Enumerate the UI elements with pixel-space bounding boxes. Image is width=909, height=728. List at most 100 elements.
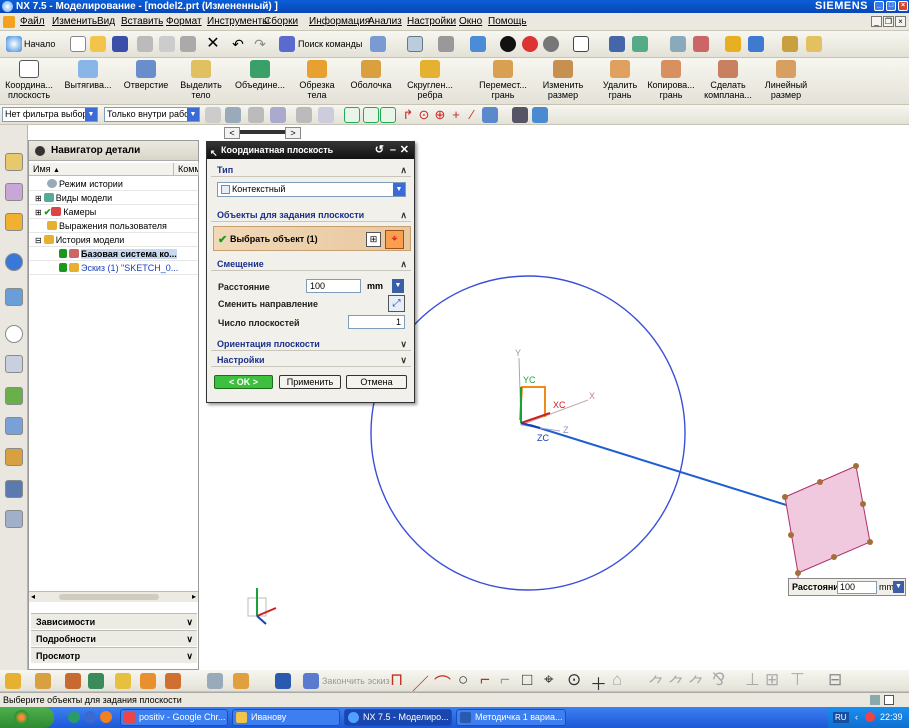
- make-coplanar-button[interactable]: Сделать комплана...: [702, 60, 754, 100]
- taskbar-item-folder[interactable]: Иванову: [232, 709, 340, 726]
- chamfer-icon[interactable]: ⌐: [500, 670, 510, 690]
- onscreen-distance-value[interactable]: 100: [837, 581, 877, 594]
- offset-curve-icon[interactable]: ⅋: [712, 670, 725, 690]
- snap-endpoint-icon[interactable]: [344, 107, 360, 123]
- layer-icon[interactable]: [632, 36, 648, 52]
- project-icon[interactable]: [88, 673, 104, 689]
- hole-button[interactable]: Отверстие: [120, 60, 172, 90]
- cut-icon[interactable]: [137, 36, 153, 52]
- snap-on-curve-icon[interactable]: ∕: [464, 107, 480, 123]
- dimension-icon[interactable]: ⊥: [745, 670, 760, 690]
- taskbar-item-chrome[interactable]: positiv - Google Chr...: [120, 709, 228, 726]
- section-objects[interactable]: Объекты для задания плоскости ∧: [211, 208, 411, 222]
- copy-face-button[interactable]: Копирова... грань: [646, 60, 696, 100]
- menu-analysis[interactable]: Анализ: [368, 16, 402, 27]
- point-icon[interactable]: [115, 673, 131, 689]
- section-settings[interactable]: Настройки ∨: [211, 353, 411, 367]
- measure-icon[interactable]: [782, 36, 798, 52]
- snap-existing-point-icon[interactable]: +: [448, 107, 464, 123]
- unite-button[interactable]: Объедине...: [234, 60, 286, 90]
- fillet-icon[interactable]: ⌐: [480, 670, 490, 690]
- snap-icon[interactable]: [205, 107, 221, 123]
- extrude-button[interactable]: Вытягива...: [64, 60, 112, 90]
- mdi-minimize-icon[interactable]: _: [871, 16, 882, 27]
- start-button[interactable]: [0, 707, 54, 728]
- snap-intersection-icon[interactable]: ↱: [400, 107, 416, 123]
- save-icon[interactable]: [112, 36, 128, 52]
- point-dialog-icon[interactable]: ⊞: [366, 232, 381, 247]
- datum-plane-preview[interactable]: [784, 465, 871, 574]
- section-type[interactable]: Тип ∧: [211, 163, 411, 177]
- process-studio-icon[interactable]: [5, 417, 23, 435]
- chevron-down-icon[interactable]: ▼: [893, 581, 904, 593]
- quicklaunch-icon[interactable]: [68, 711, 80, 723]
- menu-window[interactable]: Окно: [459, 16, 482, 27]
- tray-arrow-icon[interactable]: ‹: [855, 707, 858, 728]
- curve-rule-icon[interactable]: [248, 107, 264, 123]
- ok-button[interactable]: < OK >: [214, 375, 273, 389]
- resize-button[interactable]: Изменить размер: [538, 60, 588, 100]
- display-constraints-icon[interactable]: ⊟: [828, 670, 842, 690]
- body-icon[interactable]: [140, 673, 156, 689]
- web-browser-icon[interactable]: [5, 480, 23, 498]
- sketch-task-icon[interactable]: [5, 673, 21, 689]
- filter-icon[interactable]: [296, 107, 312, 123]
- system-materials-icon[interactable]: [5, 387, 23, 405]
- section-details[interactable]: Подробности ∨: [31, 630, 197, 646]
- delete-face-button[interactable]: Удалить грань: [598, 60, 642, 100]
- background-icon[interactable]: [573, 36, 589, 52]
- extract-body-button[interactable]: Выделить тело: [180, 60, 222, 100]
- move-face-button[interactable]: Перемест... грань: [478, 60, 528, 100]
- view-orient-icon[interactable]: [470, 36, 486, 52]
- tree-item-sketch[interactable]: Эскиз (1) "SKETCH_0...: [29, 261, 198, 275]
- onscreen-distance-input[interactable]: Расстояние 100 mm ▼: [788, 578, 906, 596]
- scroll-left-icon[interactable]: ◂: [31, 592, 35, 601]
- history-icon[interactable]: [5, 325, 23, 343]
- start-label[interactable]: Начало: [24, 39, 55, 49]
- menu-view[interactable]: Вид: [97, 16, 115, 27]
- section-icon[interactable]: [806, 36, 822, 52]
- column-name-header[interactable]: Имя ▲: [29, 163, 174, 176]
- menu-information[interactable]: Информация: [309, 16, 370, 27]
- maximize-icon[interactable]: □: [886, 1, 896, 11]
- app-menu-icon[interactable]: [3, 16, 15, 28]
- close-icon[interactable]: ✕: [400, 142, 409, 159]
- assembly-navigator-icon[interactable]: [5, 153, 23, 171]
- start-icon[interactable]: [6, 36, 22, 52]
- tree-item-model-views[interactable]: ⊞ Виды модели: [29, 191, 198, 205]
- reset-icon[interactable]: ↺: [375, 142, 384, 159]
- number-of-planes-input[interactable]: 1: [348, 315, 405, 329]
- redo-icon[interactable]: ↷: [252, 36, 268, 52]
- menu-edit[interactable]: Изменить: [52, 16, 97, 27]
- analysis-icon[interactable]: [725, 36, 741, 52]
- fit-view-icon[interactable]: [407, 36, 423, 52]
- menu-help[interactable]: Помощь: [488, 16, 527, 27]
- sketch-circle[interactable]: [370, 275, 686, 591]
- linear-dimension-button[interactable]: Линейный размер: [762, 60, 810, 100]
- apply-button[interactable]: Применить: [279, 375, 341, 389]
- chrome-quicklaunch-icon[interactable]: [84, 711, 96, 723]
- snap-midpoint-icon[interactable]: [363, 107, 379, 123]
- firefox-quicklaunch-icon[interactable]: [100, 711, 112, 723]
- type-select[interactable]: Контекстный ▼: [217, 182, 406, 197]
- menu-insert[interactable]: Вставить: [121, 16, 163, 27]
- snap-quadrant-icon[interactable]: ⊕: [432, 107, 448, 123]
- selection-icon[interactable]: [370, 36, 386, 52]
- open-folder-icon[interactable]: [90, 36, 106, 52]
- face-select-icon[interactable]: [532, 107, 548, 123]
- sketch-orient-icon[interactable]: [207, 673, 223, 689]
- horizontal-scrollbar[interactable]: ◂ ▸: [29, 591, 198, 602]
- tree-item-datum-csys[interactable]: Базовая система ко...: [29, 247, 198, 261]
- mdi-close-icon[interactable]: ×: [895, 16, 906, 27]
- spline-icon[interactable]: ⌂: [612, 670, 622, 690]
- menu-tools[interactable]: Инструменты: [207, 16, 269, 27]
- type-filter-select[interactable]: Нет фильтра выбор ▼: [2, 107, 98, 122]
- menu-format[interactable]: Формат: [166, 16, 202, 27]
- feature-rule-icon[interactable]: [270, 107, 286, 123]
- trim-body-button[interactable]: Обрезка тела: [296, 60, 338, 100]
- copy-icon[interactable]: [159, 36, 175, 52]
- mdi-restore-icon[interactable]: ❐: [883, 16, 894, 27]
- close-icon[interactable]: ×: [898, 1, 908, 11]
- layer-settings-icon[interactable]: [670, 36, 686, 52]
- tree-item-cameras[interactable]: ⊞ ✔ Камеры: [29, 205, 198, 219]
